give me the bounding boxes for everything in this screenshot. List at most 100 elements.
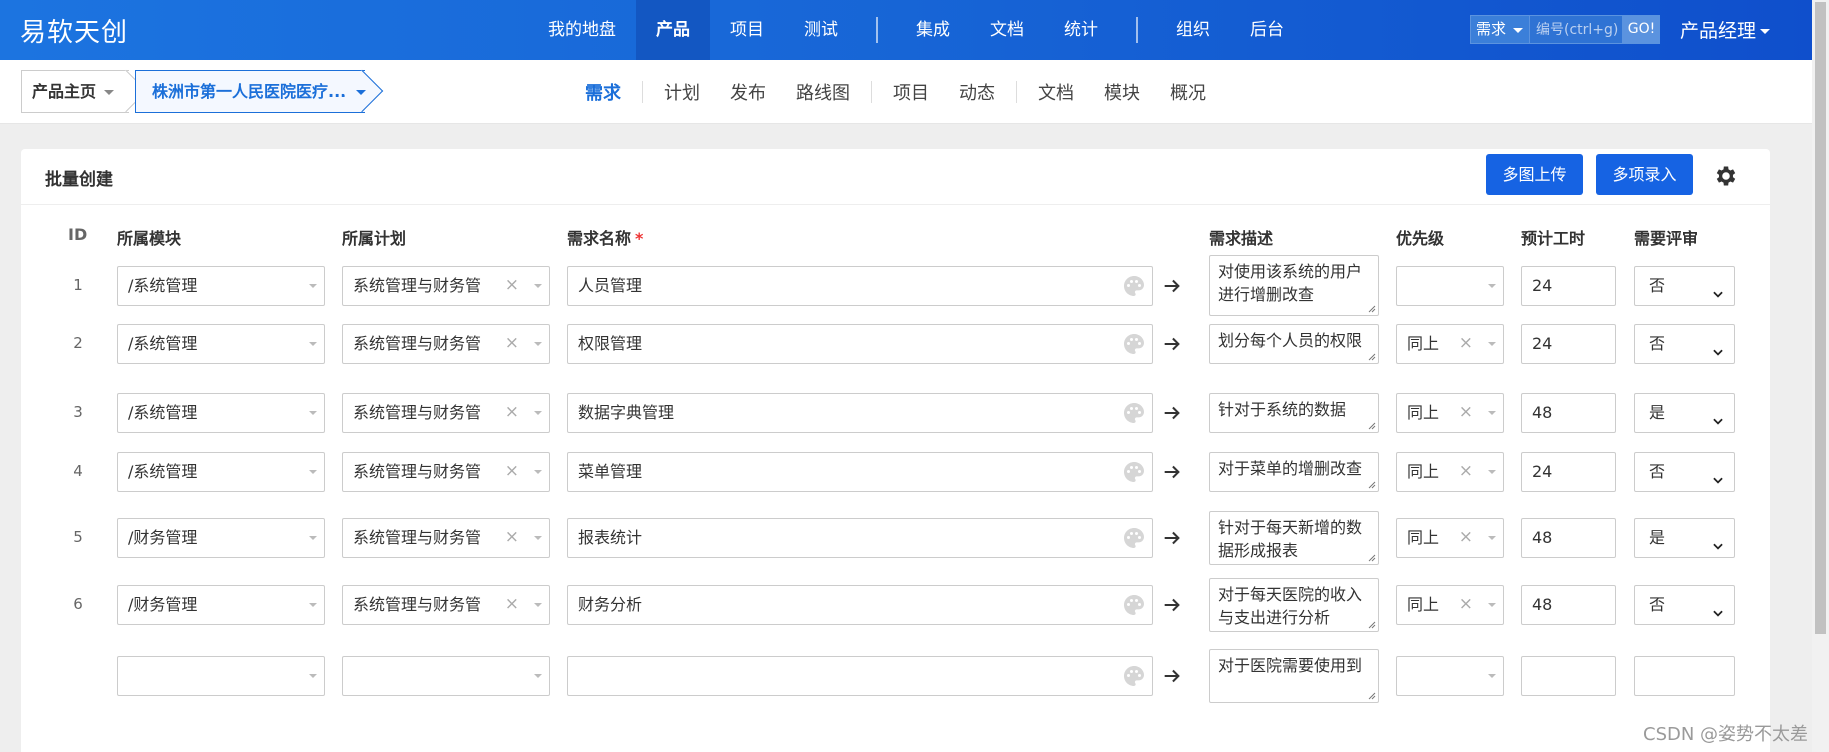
- module-select[interactable]: /系统管理: [117, 393, 325, 433]
- priority-select[interactable]: 同上 ×: [1396, 518, 1504, 558]
- plan-select[interactable]: [342, 656, 550, 696]
- priority-select[interactable]: 同上 ×: [1396, 585, 1504, 625]
- priority-select[interactable]: [1396, 266, 1504, 306]
- module-select[interactable]: [117, 656, 325, 696]
- estimate-input[interactable]: 24: [1521, 324, 1616, 364]
- nav-item[interactable]: 组织: [1156, 0, 1230, 60]
- module-select[interactable]: /财务管理: [117, 518, 325, 558]
- search-type-select[interactable]: 需求: [1470, 15, 1530, 44]
- plan-select[interactable]: 系统管理与财务管 ×: [342, 585, 550, 625]
- subnav-tab[interactable]: 文档: [1023, 79, 1089, 105]
- nav-item[interactable]: 测试: [784, 0, 858, 60]
- plan-select[interactable]: 系统管理与财务管 ×: [342, 324, 550, 364]
- palette-icon[interactable]: [1122, 274, 1146, 298]
- subnav-tab[interactable]: 需求: [570, 79, 636, 105]
- nav-item[interactable]: 集成: [896, 0, 970, 60]
- priority-select[interactable]: 同上 ×: [1396, 324, 1504, 364]
- story-desc-textarea[interactable]: 对使用该系统的用户进行增删改查: [1209, 255, 1379, 316]
- page-scrollbar[interactable]: [1812, 0, 1829, 752]
- search-go-button[interactable]: GO!: [1623, 15, 1660, 44]
- arrow-right-icon[interactable]: [1161, 402, 1183, 424]
- arrow-right-icon[interactable]: [1161, 333, 1183, 355]
- arrow-right-icon[interactable]: [1161, 275, 1183, 297]
- breadcrumb-product-home[interactable]: 产品主页: [21, 70, 129, 113]
- module-select[interactable]: /系统管理: [117, 324, 325, 364]
- story-name-input[interactable]: 菜单管理: [567, 452, 1153, 492]
- priority-select[interactable]: 同上 ×: [1396, 452, 1504, 492]
- resize-handle-icon[interactable]: [1368, 305, 1376, 313]
- clear-icon[interactable]: ×: [1459, 453, 1473, 490]
- resize-handle-icon[interactable]: [1368, 353, 1376, 361]
- scrollbar-thumb[interactable]: [1815, 2, 1826, 634]
- nav-item[interactable]: 统计: [1044, 0, 1118, 60]
- palette-icon[interactable]: [1122, 332, 1146, 356]
- subnav-tab[interactable]: 动态: [944, 79, 1010, 105]
- estimate-input[interactable]: 48: [1521, 518, 1616, 558]
- breadcrumb-current-product[interactable]: 株洲市第一人民医院医疗...: [135, 70, 366, 113]
- story-desc-textarea[interactable]: 针对于系统的数据: [1209, 393, 1379, 433]
- palette-icon[interactable]: [1122, 664, 1146, 688]
- plan-select[interactable]: 系统管理与财务管 ×: [342, 393, 550, 433]
- story-name-input[interactable]: 权限管理: [567, 324, 1153, 364]
- module-select[interactable]: /系统管理: [117, 266, 325, 306]
- story-name-input[interactable]: [567, 656, 1153, 696]
- nav-item[interactable]: 产品: [636, 0, 710, 60]
- subnav-tab[interactable]: 发布: [715, 79, 781, 105]
- arrow-right-icon[interactable]: [1161, 461, 1183, 483]
- clear-icon[interactable]: ×: [505, 453, 519, 490]
- estimate-input[interactable]: 48: [1521, 585, 1616, 625]
- story-desc-textarea[interactable]: 划分每个人员的权限: [1209, 324, 1379, 364]
- clear-icon[interactable]: ×: [505, 267, 519, 304]
- arrow-right-icon[interactable]: [1161, 594, 1183, 616]
- review-select[interactable]: [1634, 656, 1735, 696]
- arrow-right-icon[interactable]: [1161, 665, 1183, 687]
- nav-item[interactable]: 项目: [710, 0, 784, 60]
- palette-icon[interactable]: [1122, 526, 1146, 550]
- review-select[interactable]: 否: [1634, 266, 1735, 306]
- priority-select[interactable]: 同上 ×: [1396, 393, 1504, 433]
- estimate-input[interactable]: 24: [1521, 266, 1616, 306]
- clear-icon[interactable]: ×: [505, 325, 519, 362]
- story-name-input[interactable]: 人员管理: [567, 266, 1153, 306]
- story-name-input[interactable]: 财务分析: [567, 585, 1153, 625]
- clear-icon[interactable]: ×: [1459, 586, 1473, 623]
- story-desc-textarea[interactable]: 对于每天医院的收入与支出进行分析: [1209, 578, 1379, 632]
- brand-logo[interactable]: 易软天创: [20, 12, 128, 49]
- story-desc-textarea[interactable]: 针对于每天新增的数据形成报表: [1209, 511, 1379, 565]
- user-menu[interactable]: 产品经理: [1680, 16, 1771, 43]
- resize-handle-icon[interactable]: [1368, 422, 1376, 430]
- plan-select[interactable]: 系统管理与财务管 ×: [342, 452, 550, 492]
- module-select[interactable]: /财务管理: [117, 585, 325, 625]
- review-select[interactable]: 是: [1634, 393, 1735, 433]
- estimate-input[interactable]: 24: [1521, 452, 1616, 492]
- subnav-tab[interactable]: 项目: [878, 79, 944, 105]
- review-select[interactable]: 否: [1634, 585, 1735, 625]
- nav-item[interactable]: 后台: [1230, 0, 1304, 60]
- estimate-input[interactable]: [1521, 656, 1616, 696]
- review-select[interactable]: 是: [1634, 518, 1735, 558]
- subnav-tab[interactable]: 模块: [1089, 79, 1155, 105]
- clear-icon[interactable]: ×: [505, 394, 519, 431]
- resize-handle-icon[interactable]: [1368, 481, 1376, 489]
- resize-handle-icon[interactable]: [1368, 692, 1376, 700]
- subnav-tab[interactable]: 计划: [649, 79, 715, 105]
- review-select[interactable]: 否: [1634, 324, 1735, 364]
- nav-item[interactable]: 我的地盘: [528, 0, 636, 60]
- palette-icon[interactable]: [1122, 460, 1146, 484]
- palette-icon[interactable]: [1122, 401, 1146, 425]
- story-name-input[interactable]: 报表统计: [567, 518, 1153, 558]
- clear-icon[interactable]: ×: [1459, 394, 1473, 431]
- nav-item[interactable]: 文档: [970, 0, 1044, 60]
- resize-handle-icon[interactable]: [1368, 621, 1376, 629]
- module-select[interactable]: /系统管理: [117, 452, 325, 492]
- priority-select[interactable]: [1396, 656, 1504, 696]
- arrow-right-icon[interactable]: [1161, 527, 1183, 549]
- clear-icon[interactable]: ×: [1459, 519, 1473, 556]
- plan-select[interactable]: 系统管理与财务管 ×: [342, 518, 550, 558]
- palette-icon[interactable]: [1122, 593, 1146, 617]
- review-select[interactable]: 否: [1634, 452, 1735, 492]
- story-name-input[interactable]: 数据字典管理: [567, 393, 1153, 433]
- estimate-input[interactable]: 48: [1521, 393, 1616, 433]
- clear-icon[interactable]: ×: [1459, 325, 1473, 362]
- subnav-tab[interactable]: 路线图: [781, 79, 865, 105]
